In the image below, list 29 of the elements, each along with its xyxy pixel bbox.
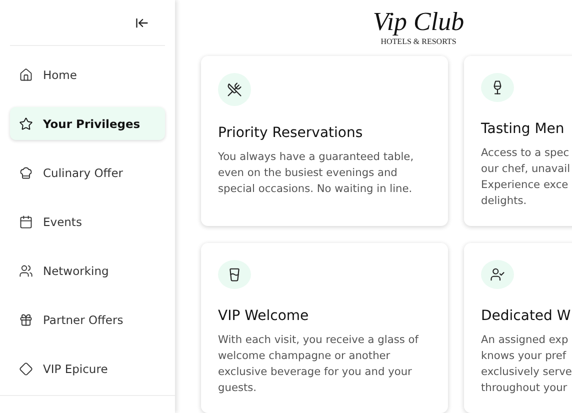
sidebar-item[interactable]: Culinary Offer [10,156,165,189]
person-check-icon [481,260,514,289]
glass-icon [218,260,251,289]
house-icon [19,68,33,82]
card-title: Tasting Men [481,121,564,137]
card-text: With each visit, you receive a glass of welcome champagne or another exclusive beverage for you and your guests. [218,333,418,396]
sidebar-item[interactable]: Events [10,205,165,238]
card-title: VIP Welcome [218,308,309,324]
card-text: You always have a guaranteed table, even on the busiest evenings and special occasions. No waiting in line. [218,150,414,197]
card-text: Access to a spec our chef, unavail Experience exce delights. [481,146,570,209]
sidebar-item[interactable]: Your Privileges [10,107,165,140]
gift-icon [19,312,33,326]
collapse-sidebar-button[interactable] [135,16,149,30]
star-icon [19,116,33,130]
sidebar-item[interactable]: VIP Epicure [10,352,165,385]
sidebar-item[interactable]: Home [10,58,165,91]
card-title: Dedicated W [481,308,571,324]
logo-tagline: HOTELS & RESORTS [380,37,456,46]
calendar-icon [19,214,33,228]
fork-knife-icon [218,73,251,106]
diamond-icon [19,362,33,376]
wine-glass-icon [481,73,514,102]
logo-name: Vip Club [372,8,464,36]
sidebar-item[interactable]: Networking [10,254,165,287]
sidebar-item[interactable]: Partner Offers [10,303,165,336]
card-title: Priority Reservations [218,125,363,141]
chef-hat-icon [19,166,33,180]
people-icon [19,264,33,278]
card-text: An assigned exp knows your pref exclusively serve throughout your [481,333,572,396]
